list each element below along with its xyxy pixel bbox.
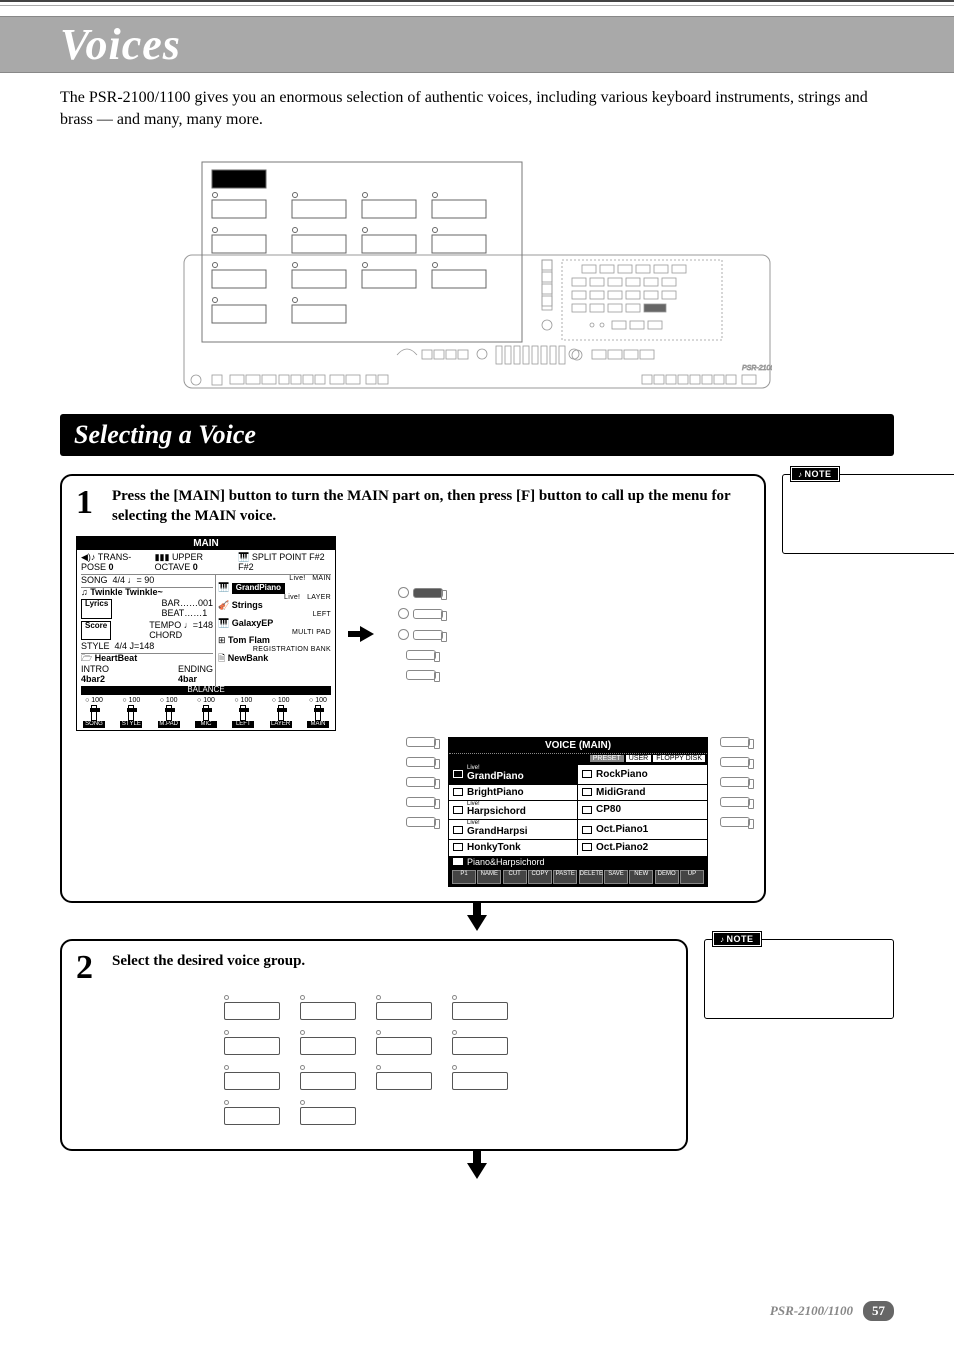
intro-paragraph: The PSR-2100/1100 gives you an enormous … [60, 87, 894, 132]
keyboard-panel-figure: PSR-2100 [182, 160, 772, 390]
voice-selection-screen: VOICE (MAIN) PRESETUSERFLOPPY DISK Live!… [448, 737, 708, 887]
chapter-title: Voices [60, 19, 954, 70]
step-1-box: 1 Press the [MAIN] button to turn the MA… [60, 474, 766, 903]
note-badge-icon: ♪NOTE [713, 932, 761, 946]
voice-group-buttons-figure [224, 995, 524, 1125]
side-rail-buttons [398, 587, 443, 680]
step-1-note-box: ♪NOTE [782, 474, 954, 554]
note-badge-icon: ♪NOTE [791, 467, 839, 481]
page-footer: PSR-2100/1100 57 [770, 1301, 894, 1321]
arrow-down-icon [467, 1163, 487, 1179]
svg-text:PSR-2100: PSR-2100 [742, 365, 772, 372]
step-2-number: 2 [76, 951, 100, 985]
footer-page-number: 57 [863, 1301, 894, 1321]
lcd-main-screen: MAIN ◀)♪ TRANS-POSE 0 ▮▮▮ UPPER OCTAVE 0… [76, 536, 336, 731]
section-title: Selecting a Voice [74, 420, 880, 450]
arrow-down-icon [467, 915, 487, 931]
step-2-text: Select the desired voice group. [112, 951, 305, 971]
step-1-text: Press the [MAIN] button to turn the MAIN… [112, 486, 750, 527]
step-1-number: 1 [76, 486, 100, 520]
voice-side-rail [406, 737, 436, 827]
section-title-bar: Selecting a Voice [60, 414, 894, 456]
voice-side-rail-right [720, 737, 750, 827]
footer-model: PSR-2100/1100 [770, 1303, 853, 1319]
step-2-note-box: ♪NOTE [704, 939, 894, 1019]
lcd-title: MAIN [77, 537, 335, 550]
chapter-title-bar: Voices [0, 16, 954, 73]
arrow-right-icon [360, 626, 374, 642]
voice-screen-title: VOICE (MAIN) [449, 738, 707, 754]
lcd-balance-sliders: ○ 100SONG○ 100STYLE○ 100M.PAD○ 100MIC○ 1… [81, 695, 331, 728]
step-2-box: 2 Select the desired voice group. [60, 939, 688, 1151]
